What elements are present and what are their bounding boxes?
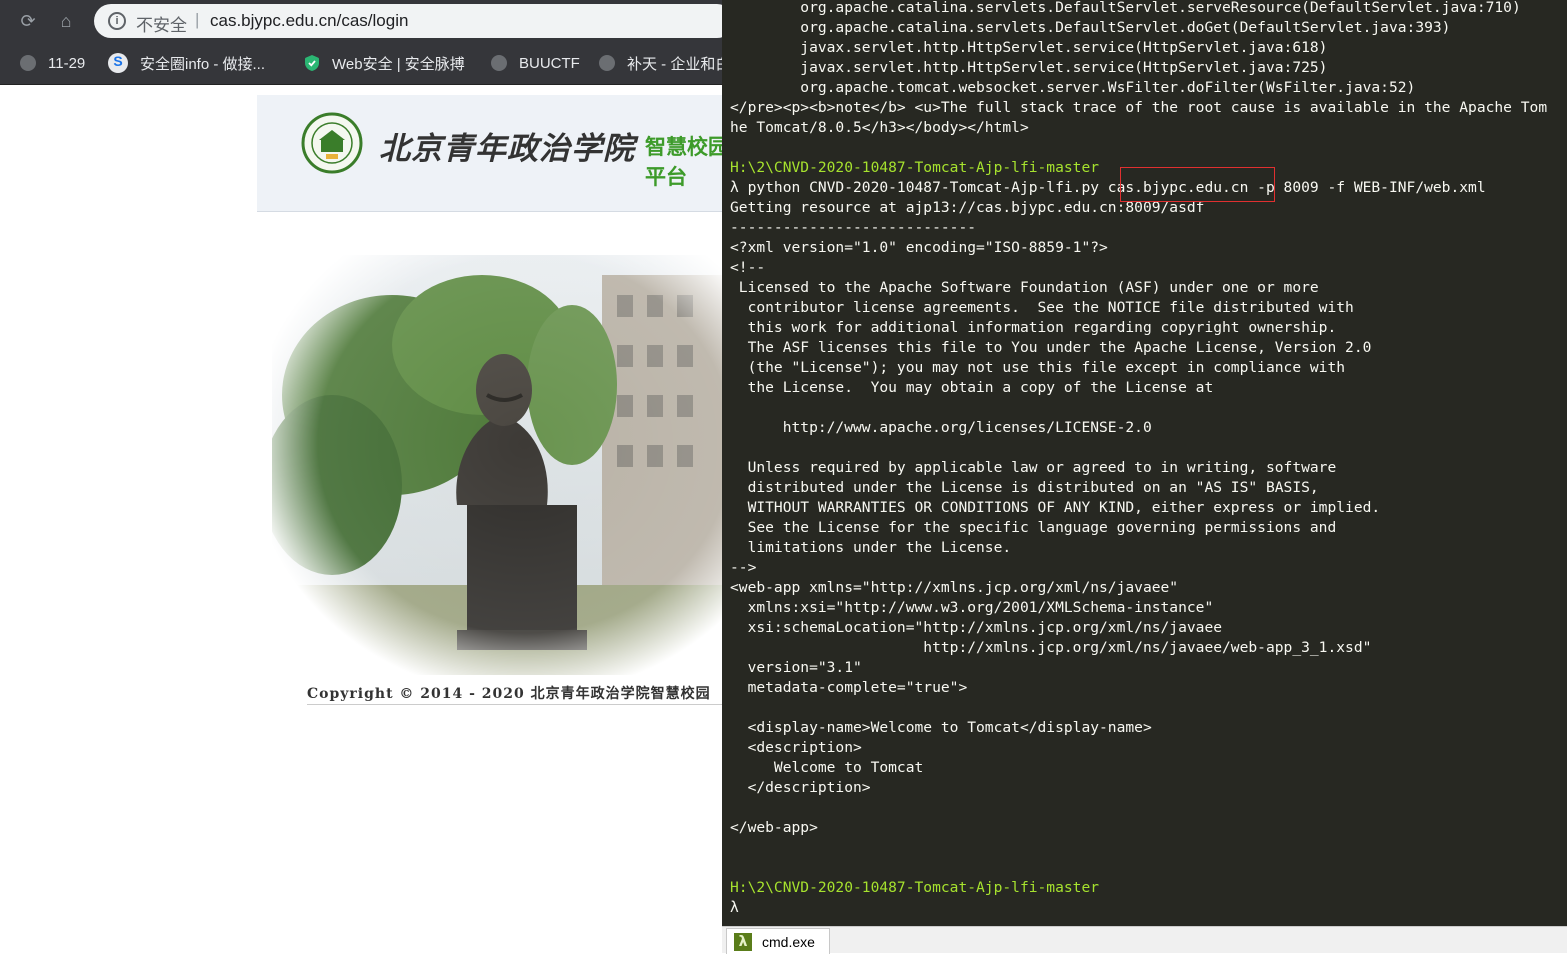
divider [307, 704, 722, 705]
terminal-line: limitations under the License. [730, 539, 1012, 556]
shield-icon [305, 55, 319, 71]
terminal-line: javax.servlet.http.HttpServlet.service(H… [730, 59, 1328, 76]
bookmark-item[interactable]: 11-29 [20, 42, 85, 84]
terminal-line: this work for additional information reg… [730, 319, 1337, 336]
terminal-line: <web-app xmlns="http://xmlns.jcp.org/xml… [730, 579, 1179, 596]
terminal-line: <display-name>Welcome to Tomcat</display… [730, 719, 1152, 736]
tab-cmd[interactable]: λ cmd.exe [726, 928, 830, 954]
url-separator: | [195, 10, 200, 29]
bookmark-item[interactable]: S 安全圈info - 做接... [108, 42, 265, 84]
home-icon[interactable]: ⌂ [54, 9, 78, 33]
terminal-line: <description> [730, 739, 862, 756]
url-text[interactable]: cas.bjypc.edu.cn/cas/login [210, 11, 408, 31]
terminal-line: ---------------------------- [730, 219, 977, 236]
terminal-line: version="3.1" [730, 659, 862, 676]
terminal-line: The ASF licenses this file to You under … [730, 339, 1372, 356]
bookmark-item[interactable]: Web安全 | 安全脉搏 [304, 42, 465, 84]
terminal-line: Licensed to the Apache Software Foundati… [730, 279, 1319, 296]
terminal-line: distributed under the License is distrib… [730, 479, 1319, 496]
campus-statue-photo [272, 255, 722, 675]
terminal-line: <?xml version="1.0" encoding="ISO-8859-1… [730, 239, 1108, 256]
web-page: 北京青年政治学院 智慧校园平台 Copyright © 2014 - 2020 … [0, 85, 722, 952]
terminal-line: javax.servlet.http.HttpServlet.service(H… [730, 39, 1328, 56]
address-bar[interactable]: i 不安全 | cas.bjypc.edu.cn/cas/login [94, 4, 734, 38]
terminal-line: (the "License"); you may not use this fi… [730, 359, 1346, 376]
bookmark-item[interactable]: BUUCTF [491, 42, 580, 84]
bookmark-label: 11-29 [48, 54, 86, 72]
terminal-line: http://xmlns.jcp.org/xml/ns/javaee/web-a… [730, 639, 1372, 656]
terminal-line: </web-app> [730, 819, 818, 836]
portal-name: 智慧校园平台 [645, 136, 722, 189]
bookmark-label: Web安全 | 安全脉搏 [332, 55, 465, 73]
school-name: 北京青年政治学院 [379, 131, 635, 167]
bookmark-label: 安全圈info - 做接... [140, 55, 266, 73]
terminal-line: he Tomcat/8.0.5</h3></body></html> [730, 119, 1029, 136]
globe-icon [491, 55, 507, 71]
terminal-line: </description> [730, 779, 871, 796]
tab-label: cmd.exe [762, 933, 815, 950]
terminal-line: contributor license agreements. See the … [730, 299, 1354, 316]
terminal-line: --> [730, 559, 757, 576]
terminal-output: org.apache.catalina.servlets.DefaultServ… [730, 0, 1547, 918]
terminal-line: the License. You may obtain a copy of th… [730, 379, 1214, 396]
terminal-line: H:\2\CNVD-2020-10487-Tomcat-Ajp-lfi-mast… [730, 879, 1100, 896]
terminal-window[interactable]: org.apache.catalina.servlets.DefaultServ… [722, 0, 1567, 926]
globe-icon [599, 55, 615, 71]
terminal-line: metadata-complete="true"> [730, 679, 968, 696]
terminal-line: See the License for the specific languag… [730, 519, 1337, 536]
terminal-line: Welcome to Tomcat [730, 759, 924, 776]
info-icon[interactable]: i [108, 12, 126, 30]
terminal-taskbar: λ cmd.exe [722, 926, 1567, 954]
terminal-line: org.apache.tomcat.websocket.server.WsFil… [730, 79, 1416, 96]
terminal-line: org.apache.catalina.servlets.DefaultServ… [730, 19, 1451, 36]
terminal-line: http://www.apache.org/licenses/LICENSE-2… [730, 419, 1152, 436]
terminal-line: WITHOUT WARRANTIES OR CONDITIONS OF ANY … [730, 499, 1381, 516]
bookmark-label: BUUCTF [519, 54, 580, 72]
sogou-icon: S [108, 53, 128, 73]
terminal-line: </pre><p><b>note</b> <u>The full stack t… [730, 99, 1548, 116]
school-seal-icon [301, 112, 363, 174]
reload-icon[interactable]: ⟳ [16, 9, 40, 33]
terminal-line: λ [730, 899, 739, 916]
terminal-line: org.apache.catalina.servlets.DefaultServ… [730, 0, 1521, 16]
copyright-text: Copyright © 2014 - 2020 北京青年政治学院智慧校园 [307, 686, 711, 702]
highlight-annotation [1120, 167, 1275, 202]
terminal-line: <!-- [730, 259, 766, 276]
header-banner: 北京青年政治学院 智慧校园平台 [257, 95, 722, 212]
security-label[interactable]: 不安全 [136, 11, 187, 36]
terminal-line: xsi:schemaLocation="http://xmlns.jcp.org… [730, 619, 1223, 636]
terminal-line: xmlns:xsi="http://www.w3.org/2001/XMLSch… [730, 599, 1214, 616]
terminal-line: Unless required by applicable law or agr… [730, 459, 1337, 476]
lambda-icon: λ [734, 932, 752, 951]
globe-icon [20, 55, 36, 71]
